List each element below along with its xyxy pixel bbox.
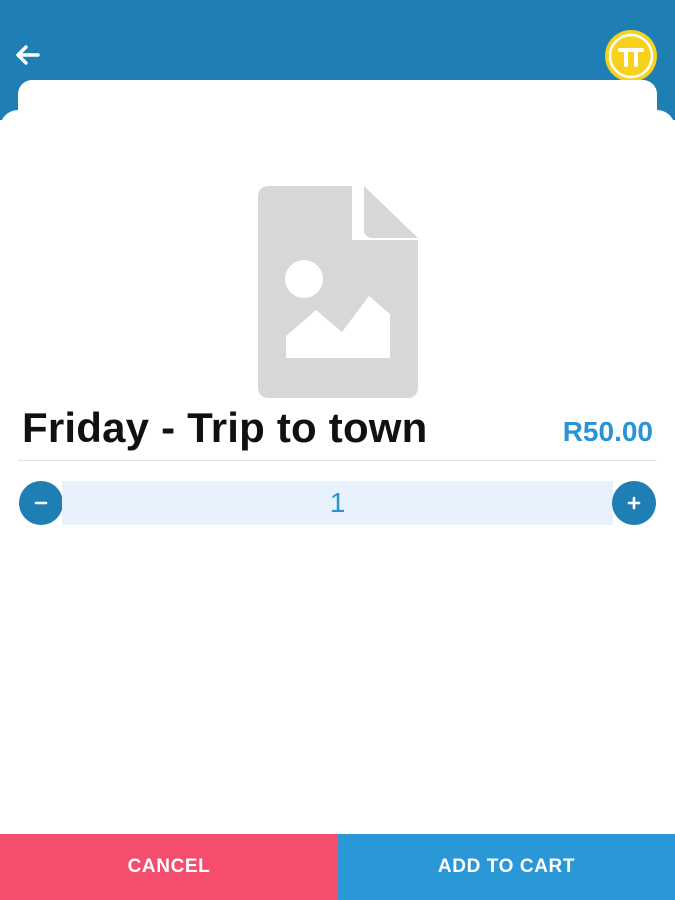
arrow-left-icon: [16, 45, 40, 65]
decrement-button[interactable]: [19, 481, 63, 525]
pi-logo-icon: [605, 30, 657, 82]
plus-icon: [627, 496, 641, 510]
increment-button[interactable]: [612, 481, 656, 525]
quantity-field[interactable]: 1: [62, 481, 613, 525]
cancel-button[interactable]: CANCEL: [0, 834, 338, 900]
product-price: R50.00: [562, 416, 653, 447]
add-to-cart-button[interactable]: ADD TO CART: [338, 834, 675, 900]
minus-icon: [34, 501, 48, 505]
image-placeholder-icon: [258, 186, 418, 398]
product-title: Friday - Trip to town: [22, 404, 428, 451]
back-button[interactable]: [12, 40, 42, 70]
divider: [18, 460, 657, 461]
